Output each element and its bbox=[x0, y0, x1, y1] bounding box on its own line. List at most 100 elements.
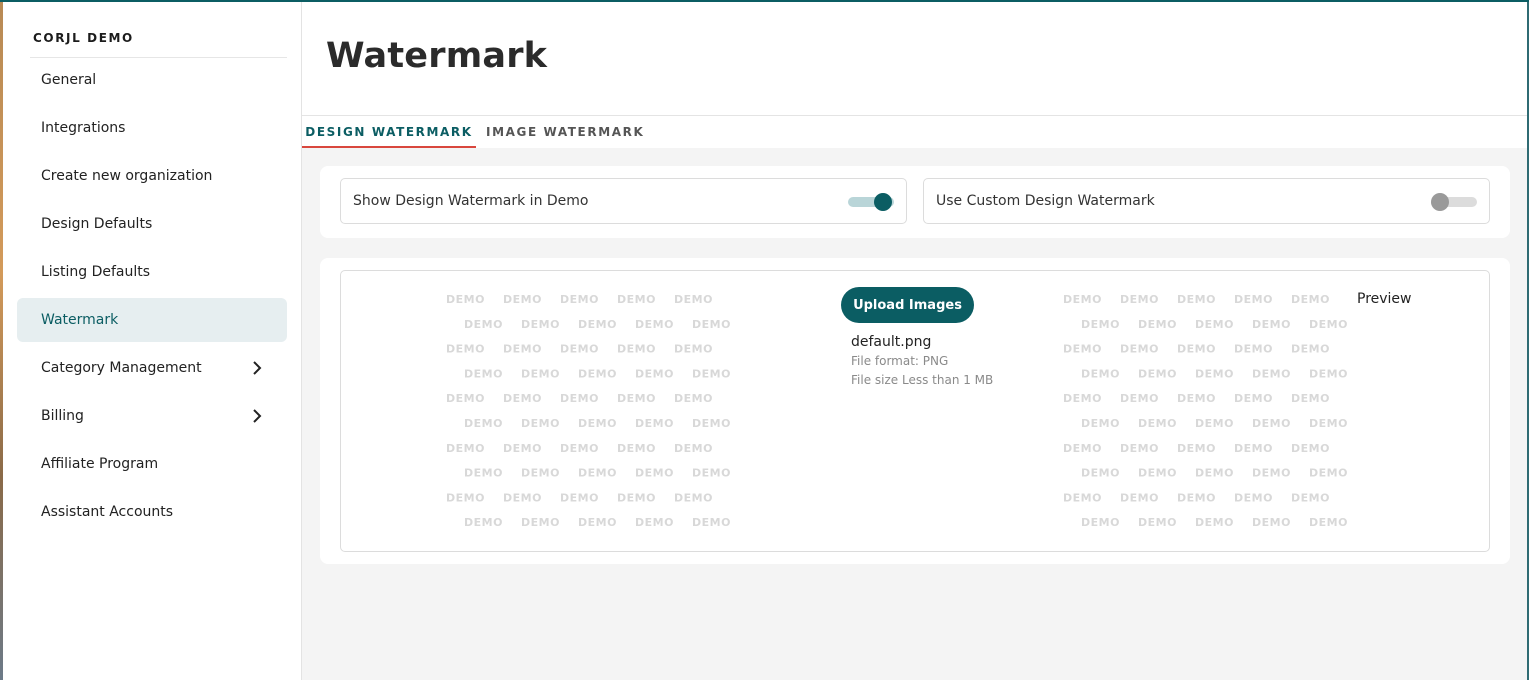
use-custom-watermark-setting: Use Custom Design Watermark bbox=[923, 178, 1490, 224]
page-header: Watermark bbox=[302, 2, 1527, 116]
use-custom-watermark-toggle[interactable] bbox=[1431, 193, 1477, 211]
sidebar-item-assistant-accounts[interactable]: Assistant Accounts bbox=[17, 490, 287, 534]
watermark-tile-text: DEMO bbox=[692, 367, 731, 380]
watermark-tile-text: DEMO bbox=[635, 467, 674, 480]
sidebar-nav: General Integrations Create new organiza… bbox=[17, 58, 287, 538]
watermark-tile-text: DEMO bbox=[1177, 392, 1216, 405]
org-name: CORJL DEMO bbox=[33, 31, 134, 45]
watermark-tile-text: DEMO bbox=[578, 467, 617, 480]
show-design-watermark-setting: Show Design Watermark in Demo bbox=[340, 178, 907, 224]
watermark-tile-text: DEMO bbox=[1120, 442, 1159, 455]
watermark-tile-text: DEMO bbox=[1177, 491, 1216, 504]
watermark-tile-text: DEMO bbox=[1195, 467, 1234, 480]
watermark-tile-text: DEMO bbox=[521, 516, 560, 529]
watermark-tile-text: DEMO bbox=[464, 467, 503, 480]
watermark-tile-text: DEMO bbox=[674, 442, 713, 455]
file-format-hint: File format: PNG bbox=[851, 354, 949, 368]
watermark-tile-text: DEMO bbox=[1252, 318, 1291, 331]
toggle-knob bbox=[874, 193, 892, 211]
tab-design-watermark[interactable]: DESIGN WATERMARK bbox=[302, 116, 476, 148]
show-design-watermark-toggle[interactable] bbox=[848, 193, 894, 211]
sidebar-item-category-management[interactable]: Category Management bbox=[17, 346, 287, 390]
watermark-tile-text: DEMO bbox=[617, 491, 656, 504]
sidebar-item-affiliate-program[interactable]: Affiliate Program bbox=[17, 442, 287, 486]
sidebar-item-integrations[interactable]: Integrations bbox=[17, 106, 287, 150]
watermark-tile-text: DEMO bbox=[446, 491, 485, 504]
watermark-tile-text: DEMO bbox=[560, 343, 599, 356]
watermark-tile-text: DEMO bbox=[560, 491, 599, 504]
watermark-tile-text: DEMO bbox=[578, 417, 617, 430]
sidebar-item-general[interactable]: General bbox=[17, 58, 287, 102]
watermark-tile-text: DEMO bbox=[578, 516, 617, 529]
watermark-tile-text: DEMO bbox=[446, 442, 485, 455]
watermark-tile-text: DEMO bbox=[503, 343, 542, 356]
watermark-tile-text: DEMO bbox=[1081, 417, 1120, 430]
watermark-tile-text: DEMO bbox=[674, 392, 713, 405]
watermark-preview-image: DEMO DEMO DEMO DEMO DEMODEMO DEMO DEMO DEMO DEMO… bbox=[1063, 293, 1348, 529]
watermark-tabs: DESIGN WATERMARK IMAGE WATERMARK bbox=[302, 116, 1527, 148]
watermark-tile-text: DEMO bbox=[1291, 343, 1330, 356]
watermark-tile-text: DEMO bbox=[635, 516, 674, 529]
sidebar-item-listing-defaults[interactable]: Listing Defaults bbox=[17, 250, 287, 294]
watermark-tile-text: DEMO bbox=[521, 318, 560, 331]
watermark-tile-text: DEMO bbox=[446, 392, 485, 405]
watermark-tile-text: DEMO bbox=[1309, 417, 1348, 430]
watermark-upload-card: DEMO DEMO DEMO DEMO DEMO DEMO DEMO DEMO DEMO DEMO… bbox=[320, 258, 1510, 564]
watermark-tile-text: DEMO bbox=[635, 318, 674, 331]
watermark-tile-text: DEMO bbox=[578, 367, 617, 380]
sidebar-item-label: Create new organization bbox=[41, 168, 213, 184]
setting-label: Use Custom Design Watermark bbox=[936, 193, 1155, 209]
watermark-tile-text: DEMO bbox=[1234, 442, 1273, 455]
sidebar-item-billing[interactable]: Billing bbox=[17, 394, 287, 438]
watermark-tile-text: DEMO bbox=[1234, 293, 1273, 306]
sidebar-item-create-organization[interactable]: Create new organization bbox=[17, 154, 287, 198]
watermark-tile-text: DEMO bbox=[446, 343, 485, 356]
watermark-tile-text: DEMO bbox=[503, 491, 542, 504]
watermark-tile-text: DEMO bbox=[617, 392, 656, 405]
watermark-tile-text: DEMO bbox=[692, 516, 731, 529]
sidebar-item-label: General bbox=[41, 72, 97, 88]
watermark-tile-text: DEMO bbox=[560, 442, 599, 455]
tab-image-watermark[interactable]: IMAGE WATERMARK bbox=[486, 116, 644, 148]
watermark-tile-text: DEMO bbox=[1234, 343, 1273, 356]
watermark-tile-text: DEMO bbox=[464, 417, 503, 430]
watermark-tile-text: DEMO bbox=[1063, 491, 1102, 504]
watermark-tile-text: DEMO bbox=[1252, 467, 1291, 480]
watermark-tile-text: DEMO bbox=[1138, 318, 1177, 331]
sidebar-item-watermark[interactable]: Watermark bbox=[17, 298, 287, 342]
watermark-tile-text: DEMO bbox=[674, 491, 713, 504]
sidebar-item-label: Design Defaults bbox=[41, 216, 153, 232]
watermark-tile-text: DEMO bbox=[1063, 293, 1102, 306]
watermark-tile-text: DEMO bbox=[1081, 516, 1120, 529]
sidebar: CORJL DEMO General Integrations Create n… bbox=[3, 2, 302, 680]
watermark-tile-text: DEMO bbox=[1252, 417, 1291, 430]
main-content: Watermark DESIGN WATERMARK IMAGE WATERMA… bbox=[302, 2, 1527, 680]
sidebar-item-label: Integrations bbox=[41, 120, 126, 136]
watermark-tile-text: DEMO bbox=[1309, 516, 1348, 529]
watermark-filename: default.png bbox=[851, 334, 932, 350]
watermark-tile-text: DEMO bbox=[1120, 392, 1159, 405]
upload-images-button[interactable]: Upload Images bbox=[841, 287, 974, 323]
watermark-tile-text: DEMO bbox=[617, 442, 656, 455]
preview-label: Preview bbox=[1357, 291, 1412, 307]
file-size-hint: File size Less than 1 MB bbox=[851, 373, 994, 387]
watermark-tile-text: DEMO bbox=[1291, 293, 1330, 306]
watermark-tile-text: DEMO bbox=[1195, 367, 1234, 380]
watermark-tile-text: DEMO bbox=[1120, 293, 1159, 306]
watermark-tile-text: DEMO bbox=[503, 442, 542, 455]
watermark-tile-text: DEMO bbox=[617, 343, 656, 356]
watermark-tile-text: DEMO bbox=[446, 293, 485, 306]
current-watermark-image: DEMO DEMO DEMO DEMO DEMODEMO DEMO DEMO DEMO DEMO… bbox=[446, 293, 731, 529]
watermark-tile-text: DEMO bbox=[1177, 343, 1216, 356]
watermark-tile-text: DEMO bbox=[1081, 467, 1120, 480]
watermark-tile-text: DEMO bbox=[464, 318, 503, 331]
watermark-tile-text: DEMO bbox=[1195, 516, 1234, 529]
watermark-tile-text: DEMO bbox=[1309, 467, 1348, 480]
sidebar-item-design-defaults[interactable]: Design Defaults bbox=[17, 202, 287, 246]
watermark-tile-text: DEMO bbox=[1291, 491, 1330, 504]
sidebar-item-label: Affiliate Program bbox=[41, 456, 159, 472]
watermark-settings-card: Show Design Watermark in Demo Use Custom… bbox=[320, 166, 1510, 238]
watermark-tile-text: DEMO bbox=[1120, 491, 1159, 504]
watermark-tile-text: DEMO bbox=[560, 293, 599, 306]
watermark-tile-text: DEMO bbox=[1291, 442, 1330, 455]
